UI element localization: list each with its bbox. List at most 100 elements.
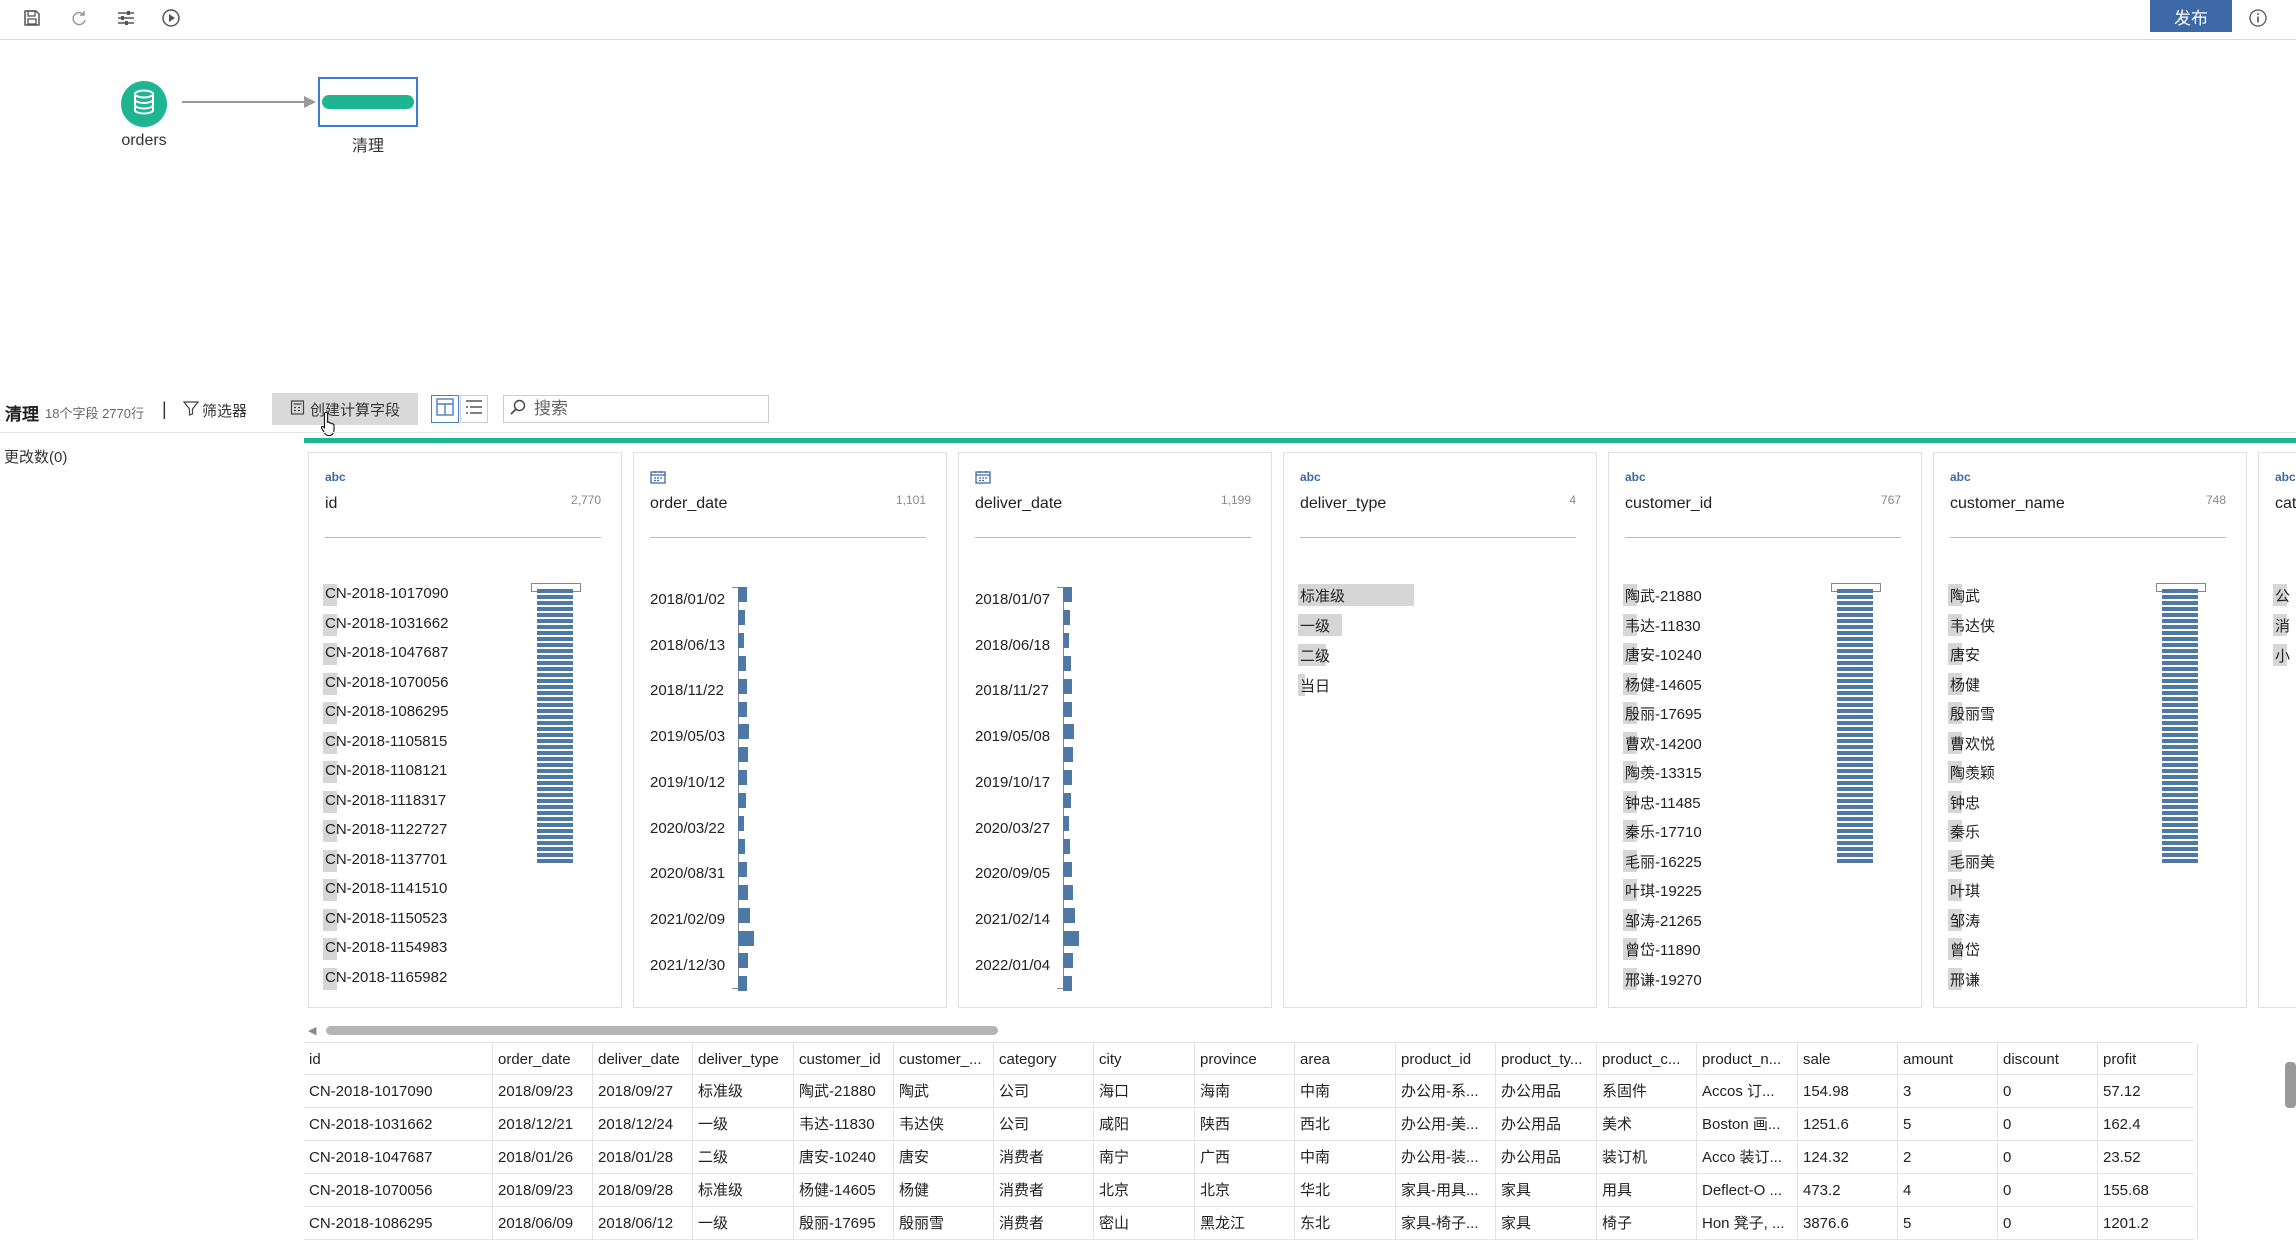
value-item[interactable]: 毛丽-16225 [1623,849,1702,872]
distribution-bar[interactable] [537,775,573,779]
date-histogram-bar[interactable] [1063,747,1073,763]
value-item[interactable]: CN-2018-1108121 [323,761,447,783]
date-histogram-bar[interactable] [738,701,747,717]
date-histogram-bar[interactable] [1063,976,1072,992]
distribution-bar[interactable] [1837,739,1873,743]
distribution-bar[interactable] [537,823,573,827]
date-histogram-bar[interactable] [1063,701,1072,717]
date-histogram-bar[interactable] [1063,861,1072,877]
distribution-bar[interactable] [2162,823,2198,827]
save-icon[interactable] [19,5,45,31]
table-row[interactable]: CN-2018-1086295 2018/06/09 2018/06/12 一级 殷丽-… [304,1207,2198,1240]
date-histogram-bar[interactable] [738,632,744,648]
table-row[interactable]: CN-2018-1031662 2018/12/21 2018/12/24 一级 韦达-… [304,1108,2198,1141]
distribution-bar[interactable] [1837,643,1873,647]
distribution-bar[interactable] [1837,829,1873,833]
distribution-bar[interactable] [1837,853,1873,857]
distribution-bar[interactable] [2162,697,2198,701]
distribution-bar[interactable] [537,829,573,833]
distribution-bar[interactable] [1837,625,1873,629]
value-item[interactable]: 曹欢悦 [1948,731,1995,754]
field-card-order_date[interactable]: order_date 1,101 2018/01/02 2018/06/13 2018/… [633,452,947,1008]
distribution-bar[interactable] [2162,649,2198,653]
distribution-bar[interactable] [537,637,573,641]
distribution-bar[interactable] [1837,613,1873,617]
distribution-bar[interactable] [1837,817,1873,821]
distribution-bar[interactable] [537,727,573,731]
column-header[interactable]: deliver_date [593,1043,693,1076]
publish-button[interactable]: 发布 [2150,0,2232,32]
category-item[interactable]: 二级 [1298,644,1330,666]
value-item[interactable]: 消 [2273,614,2290,636]
value-item[interactable]: 韦达-11830 [1623,613,1701,636]
date-histogram-bar[interactable] [1063,678,1072,694]
distribution-bar[interactable] [1837,607,1873,611]
distribution-bar[interactable] [2162,787,2198,791]
distribution-bar[interactable] [1837,709,1873,713]
date-histogram-bar[interactable] [738,793,746,809]
search-input[interactable] [532,398,756,420]
distribution-bar[interactable] [1837,595,1873,599]
distribution-bar[interactable] [2162,631,2198,635]
distribution-bar[interactable] [2162,799,2198,803]
value-item[interactable]: 唐安-10240 [1623,643,1702,665]
distribution-bar[interactable] [537,817,573,821]
distribution-bar[interactable] [2162,769,2198,773]
column-header[interactable]: customer_... [894,1043,994,1076]
run-icon[interactable] [158,5,184,31]
distribution-bar[interactable] [1837,769,1873,773]
value-item[interactable]: CN-2018-1150523 [323,908,447,931]
value-item[interactable]: 陶羡-13315 [1623,761,1702,783]
orders-source-node[interactable] [121,81,167,127]
distribution-bar[interactable] [1837,697,1873,701]
distribution-bar[interactable] [1837,715,1873,719]
vertical-scrollbar-thumb[interactable] [2285,1062,2296,1108]
date-histogram-bar[interactable] [738,861,747,877]
value-item[interactable]: 殷丽-17695 [1623,702,1702,724]
date-histogram-bar[interactable] [1063,953,1073,969]
distribution-bar[interactable] [537,649,573,653]
distribution-bar[interactable] [537,607,573,611]
date-histogram-bar[interactable] [1063,793,1071,809]
field-card-cat[interactable]: abc cat 公消小 [2258,452,2296,1008]
value-item[interactable]: 秦乐 [1948,820,1980,842]
value-item[interactable]: CN-2018-1118317 [323,790,446,813]
distribution-bar[interactable] [537,787,573,791]
distribution-bar[interactable] [1837,631,1873,635]
distribution-bar[interactable] [537,667,573,671]
field-card-deliver_type[interactable]: abc deliver_type 4 标准级 一级 二级 当日 [1283,452,1597,1008]
distribution-bar[interactable] [1837,757,1873,761]
distribution-bar[interactable] [1837,727,1873,731]
distribution-bar[interactable] [537,763,573,767]
date-histogram-bar[interactable] [738,587,747,602]
distribution-bar[interactable] [2162,817,2198,821]
value-item[interactable]: 叶琪 [1948,879,1980,901]
distribution-bar[interactable] [2162,847,2198,851]
value-item[interactable]: 邢谦 [1948,967,1980,990]
distribution-bar[interactable] [537,769,573,773]
distribution-bar[interactable] [537,589,573,593]
distribution-bar[interactable] [2162,667,2198,671]
distribution-bar[interactable] [537,703,573,707]
distribution-bar[interactable] [537,679,573,683]
distribution-bar[interactable] [537,781,573,785]
info-icon[interactable] [2245,5,2271,31]
distribution-bar[interactable] [2162,859,2198,863]
value-item[interactable]: CN-2018-1017090 [323,584,448,606]
column-header[interactable]: product_id [1396,1043,1496,1076]
distribution-bar[interactable] [537,793,573,797]
field-card-deliver_date[interactable]: deliver_date 1,199 2018/01/07 2018/06/18 201… [958,452,1272,1008]
column-header[interactable]: product_c... [1597,1043,1697,1076]
date-histogram-bar[interactable] [738,838,745,854]
distribution-bar[interactable] [1837,601,1873,605]
date-histogram-bar[interactable] [738,724,749,740]
distribution-bar[interactable] [2162,751,2198,755]
distribution-bar[interactable] [2162,709,2198,713]
value-item[interactable]: 叶琪-19225 [1623,879,1702,901]
distribution-bar[interactable] [1837,763,1873,767]
distribution-bar[interactable] [2162,685,2198,689]
scroll-left-icon[interactable]: ◀ [308,1024,316,1037]
distribution-bar[interactable] [537,835,573,839]
value-item[interactable]: 公 [2273,584,2290,606]
date-histogram-bar[interactable] [1063,884,1073,900]
